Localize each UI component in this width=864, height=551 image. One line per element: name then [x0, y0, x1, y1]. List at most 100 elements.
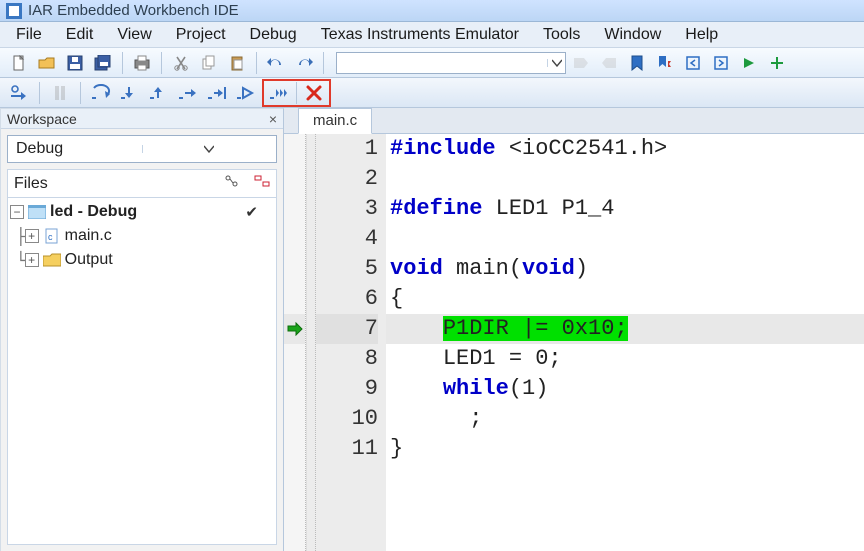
tree-project-label: led - Debug	[50, 203, 137, 221]
files-header: Files	[7, 169, 277, 197]
project-icon	[28, 204, 46, 220]
tree-file-row[interactable]: ├ + c main.c	[8, 224, 276, 248]
tree-output-row[interactable]: └ + Output	[8, 248, 276, 272]
line-number-gutter: 1234567891011	[316, 134, 386, 551]
menu-item-ti-emulator[interactable]: Texas Instruments Emulator	[311, 24, 529, 46]
close-icon[interactable]: ×	[269, 111, 277, 127]
menu-item-window[interactable]: Window	[594, 24, 671, 46]
cut-button[interactable]	[168, 51, 194, 75]
code-line[interactable]	[386, 224, 864, 254]
find-combo[interactable]	[336, 52, 566, 74]
folder-icon	[43, 252, 61, 268]
workspace-config-value: Debug	[8, 140, 142, 158]
nav-back-button[interactable]	[680, 51, 706, 75]
code-editor[interactable]: 1234567891011 #include <ioCC2541.h> #defi…	[284, 134, 864, 551]
save-all-button[interactable]	[90, 51, 116, 75]
tree-branch-icon: ├	[16, 227, 25, 246]
menu-item-debug[interactable]: Debug	[240, 24, 307, 46]
bookmark-toggle-button[interactable]	[624, 51, 650, 75]
toolbar-separator	[256, 52, 257, 74]
multi-step-button[interactable]	[266, 81, 292, 105]
menu-item-file[interactable]: File	[6, 24, 52, 46]
toolbar-separator	[80, 82, 81, 104]
toolbar-separator	[323, 52, 324, 74]
code-line[interactable]: #include <ioCC2541.h>	[386, 134, 864, 164]
code-line[interactable]: }	[386, 434, 864, 464]
code-line[interactable]: P1DIR |= 0x10;	[386, 314, 864, 344]
workspace-tree[interactable]: − led - Debug ✔ ├ + c main.c └ + Output	[7, 197, 277, 545]
break-button[interactable]	[47, 81, 73, 105]
c-file-icon: c	[43, 228, 61, 244]
find-next-button[interactable]	[568, 51, 594, 75]
menu-item-edit[interactable]: Edit	[56, 24, 104, 46]
menu-bar: File Edit View Project Debug Texas Instr…	[0, 22, 864, 48]
menu-item-project[interactable]: Project	[166, 24, 236, 46]
menu-item-help[interactable]: Help	[675, 24, 728, 46]
gutter-separator	[306, 134, 316, 551]
files-col-1-icon[interactable]	[224, 174, 240, 193]
app-title: IAR Embedded Workbench IDE	[28, 2, 239, 19]
execution-pointer-icon	[287, 322, 303, 336]
code-body[interactable]: #include <ioCC2541.h> #define LED1 P1_4vo…	[386, 134, 864, 551]
code-line[interactable]	[386, 164, 864, 194]
expand-icon[interactable]: +	[25, 253, 39, 267]
svg-text:c: c	[48, 232, 53, 242]
workspace-panel: Workspace × Debug Files − led - Debug ✔ …	[0, 108, 284, 551]
editor-tab-main-c[interactable]: main.c	[298, 108, 372, 134]
code-line[interactable]: ;	[386, 404, 864, 434]
code-line[interactable]: #define LED1 P1_4	[386, 194, 864, 224]
check-icon: ✔	[245, 203, 258, 221]
tree-project-row[interactable]: − led - Debug ✔	[8, 200, 276, 224]
editor-tab-label: main.c	[313, 112, 357, 129]
redo-button[interactable]	[291, 51, 317, 75]
step-out-button[interactable]	[146, 81, 172, 105]
copy-button[interactable]	[196, 51, 222, 75]
content-area: Workspace × Debug Files − led - Debug ✔ …	[0, 108, 864, 551]
find-prev-button[interactable]	[596, 51, 622, 75]
chevron-down-icon[interactable]	[547, 59, 565, 67]
workspace-header: Workspace ×	[1, 109, 283, 129]
step-over-button[interactable]	[88, 81, 114, 105]
bookmark-next-button[interactable]	[652, 51, 678, 75]
code-line[interactable]: void main(void)	[386, 254, 864, 284]
title-bar: IAR Embedded Workbench IDE	[0, 0, 864, 22]
nav-forward-button[interactable]	[708, 51, 734, 75]
editor-tabstrip: main.c	[284, 108, 864, 134]
undo-button[interactable]	[263, 51, 289, 75]
editor-area: main.c 1234567891011 #include <ioCC2541.…	[284, 108, 864, 551]
open-file-button[interactable]	[34, 51, 60, 75]
tree-output-label: Output	[65, 251, 113, 269]
breakpoint-gutter[interactable]	[284, 134, 306, 551]
tree-file-label: main.c	[65, 227, 112, 245]
toolbar-separator	[296, 82, 297, 104]
code-line[interactable]: LED1 = 0;	[386, 344, 864, 374]
paste-button[interactable]	[224, 51, 250, 75]
workspace-config-select[interactable]: Debug	[7, 135, 277, 163]
highlighted-toolbar-group	[262, 79, 331, 107]
save-button[interactable]	[62, 51, 88, 75]
collapse-icon[interactable]: −	[10, 205, 24, 219]
stop-debug-button[interactable]	[301, 81, 327, 105]
toolbar-separator	[161, 52, 162, 74]
code-line[interactable]: {	[386, 284, 864, 314]
tree-branch-icon: └	[16, 251, 25, 270]
expand-icon[interactable]: +	[25, 229, 39, 243]
main-toolbar	[0, 48, 864, 78]
step-into-button[interactable]	[117, 81, 143, 105]
reset-button[interactable]	[6, 81, 32, 105]
menu-item-tools[interactable]: Tools	[533, 24, 590, 46]
files-label: Files	[14, 175, 48, 193]
toolbar-separator	[39, 82, 40, 104]
code-line[interactable]: while(1)	[386, 374, 864, 404]
print-button[interactable]	[129, 51, 155, 75]
menu-item-view[interactable]: View	[107, 24, 161, 46]
chevron-down-icon[interactable]	[142, 145, 277, 153]
run-to-cursor-button[interactable]	[204, 81, 230, 105]
files-col-2-icon[interactable]	[254, 174, 270, 193]
plus-button[interactable]	[764, 51, 790, 75]
next-statement-button[interactable]	[175, 81, 201, 105]
app-icon	[6, 3, 22, 19]
go-button[interactable]	[736, 51, 762, 75]
new-file-button[interactable]	[6, 51, 32, 75]
go-button-2[interactable]	[233, 81, 259, 105]
